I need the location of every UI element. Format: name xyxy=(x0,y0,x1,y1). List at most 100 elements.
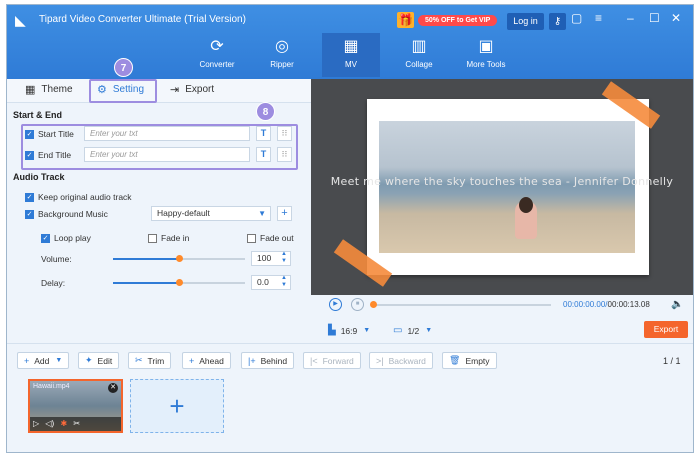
empty-button[interactable]: 🗑 Empty xyxy=(442,352,497,369)
edit-icon: ✦ xyxy=(85,355,93,365)
chevron-down-icon: ▼ xyxy=(425,327,433,334)
nav-mv[interactable]: ▦ MV xyxy=(322,33,380,77)
start-title-checkbox[interactable]: ✓ xyxy=(25,129,34,139)
keep-original-checkbox[interactable]: ✓ xyxy=(25,192,34,202)
audio-track-heading: Audio Track xyxy=(13,172,65,182)
login-button[interactable]: Log in xyxy=(507,13,544,30)
volume-knob[interactable] xyxy=(176,255,183,262)
maximize-icon[interactable]: ☐ xyxy=(649,11,660,25)
insert-icon: |+ xyxy=(248,355,256,366)
chevron-down-icon: ▼ xyxy=(55,357,63,364)
backward-button[interactable]: >| Backward xyxy=(369,352,433,369)
background-music-checkbox[interactable]: ✓ xyxy=(25,209,34,219)
player-controls: ▶ ■ 00:00:00.00/00:00:13.08 🔈 ▙ 16:9 ▼ ▭… xyxy=(311,295,693,343)
scissors-icon[interactable]: ✂ xyxy=(73,419,80,428)
fade-in-row: ✓ Fade in xyxy=(148,233,189,243)
feedback-icon[interactable]: ▢ xyxy=(571,11,582,25)
background-music-row: ✓ Background Music xyxy=(25,209,108,219)
menu-icon[interactable]: ≡ xyxy=(595,11,602,25)
setting-highlight xyxy=(89,79,157,103)
text-style-icon[interactable]: T xyxy=(256,126,271,141)
stepper-icon[interactable]: ▲ ▼ xyxy=(281,275,287,289)
aspect-ratio-select[interactable]: ▙ 16:9 ▼ xyxy=(328,325,370,336)
end-title-checkbox[interactable]: ✓ xyxy=(25,150,34,160)
ahead-button[interactable]: + Ahead xyxy=(182,352,231,369)
speaker-icon[interactable]: ◁) xyxy=(45,419,54,428)
close-icon[interactable]: ✕ xyxy=(108,383,118,393)
forward-button[interactable]: |< Forward xyxy=(303,352,361,369)
key-icon[interactable]: ⚷ xyxy=(549,13,566,30)
add-clip-placeholder[interactable]: + xyxy=(130,379,224,433)
gift-icon: 🎁 xyxy=(397,12,414,28)
keep-original-row: ✓ Keep original audio track xyxy=(25,192,132,202)
time-display: 00:00:00.00/00:00:13.08 xyxy=(563,300,650,309)
nav-ripper[interactable]: ◎ Ripper xyxy=(253,33,311,77)
chevron-left-icon: |< xyxy=(310,355,318,366)
position-grid-icon[interactable]: ⁝⁝ xyxy=(277,147,292,162)
video-preview: Meet me where the sky touches the sea - … xyxy=(311,79,693,295)
delay-fill xyxy=(113,282,179,284)
vip-promo[interactable]: 🎁 50% OFF to Get VIP xyxy=(397,12,498,28)
volume-fill xyxy=(113,258,179,260)
music-select[interactable]: Happy-default ▼ xyxy=(151,206,271,221)
nav-collage[interactable]: ▥ Collage xyxy=(390,33,448,77)
volume-input[interactable]: 100 ▲ ▼ xyxy=(251,251,291,266)
delay-input[interactable]: 0.0 ▲ ▼ xyxy=(251,275,291,290)
tab-theme[interactable]: ▦ Theme xyxy=(25,83,73,96)
fade-out-checkbox[interactable]: ✓ xyxy=(247,233,256,243)
start-title-input[interactable]: Enter your txt xyxy=(84,126,250,141)
seek-knob[interactable] xyxy=(370,301,377,308)
app-window: ◣ Tipard Video Converter Ultimate (Trial… xyxy=(6,4,694,453)
position-grid-icon[interactable]: ⁝⁝ xyxy=(277,126,292,141)
step-badge-8: 8 xyxy=(256,102,275,121)
behind-button[interactable]: |+ Behind xyxy=(241,352,295,369)
add-music-button[interactable]: + xyxy=(277,206,292,221)
scissors-icon: ✂ xyxy=(135,355,143,365)
app-logo-icon: ◣ xyxy=(15,12,26,28)
mv-icon: ▦ xyxy=(343,38,359,55)
tab-export[interactable]: ⇥ Export xyxy=(170,83,214,96)
play-icon[interactable]: ▶ xyxy=(329,298,342,311)
play-icon[interactable]: ▷ xyxy=(33,419,39,428)
timeline-clip[interactable]: Hawaii.mp4 ✕ ▷ ◁) ✱ ✂ xyxy=(28,379,123,433)
loop-checkbox[interactable]: ✓ xyxy=(41,233,50,243)
minimize-icon[interactable]: – xyxy=(627,11,634,25)
text-style-icon[interactable]: T xyxy=(256,147,271,162)
delay-slider[interactable] xyxy=(113,279,245,286)
page-select[interactable]: ▭ 1/2 ▼ xyxy=(393,325,432,336)
edit-button[interactable]: ✦ Edit xyxy=(78,352,120,369)
ripper-icon: ◎ xyxy=(275,38,289,55)
end-title-input[interactable]: Enter your txt xyxy=(84,147,250,162)
volume-icon[interactable]: 🔈 xyxy=(671,299,683,310)
vip-badge[interactable]: 50% OFF to Get VIP xyxy=(418,14,498,26)
chevron-down-icon: ▼ xyxy=(258,209,266,218)
nav-more-tools[interactable]: ▣ More Tools xyxy=(457,33,515,77)
nav-converter[interactable]: ⟳ Converter xyxy=(188,33,246,77)
stop-icon[interactable]: ■ xyxy=(351,298,364,311)
seek-bar[interactable] xyxy=(370,301,551,308)
app-title: Tipard Video Converter Ultimate (Trial V… xyxy=(39,14,246,25)
plus-icon: + xyxy=(24,355,30,366)
converter-icon: ⟳ xyxy=(210,38,224,55)
clip-name: Hawaii.mp4 xyxy=(33,383,70,390)
mv-tabs: ▦ Theme ⚙ Setting ⇥ Export xyxy=(7,79,311,103)
chevron-down-icon: ▼ xyxy=(363,327,371,334)
aspect-ratio-icon: ▙ xyxy=(328,325,336,336)
add-button[interactable]: + Add ▼ xyxy=(17,352,70,369)
fade-in-checkbox[interactable]: ✓ xyxy=(148,233,157,243)
step-badge-7: 7 xyxy=(114,58,133,77)
trim-button[interactable]: ✂ Trim xyxy=(128,352,172,369)
timeline-area: + Add ▼ ✦ Edit ✂ Trim + Ahead |+ Behind … xyxy=(7,343,693,452)
delay-label: Delay: xyxy=(41,278,66,288)
effect-icon[interactable]: ✱ xyxy=(60,419,67,428)
plus-icon: + xyxy=(189,355,195,366)
collage-icon: ▥ xyxy=(411,38,427,55)
title-bar: ◣ Tipard Video Converter Ultimate (Trial… xyxy=(7,5,693,79)
pager: 1 / 1 xyxy=(663,356,681,366)
export-button[interactable]: Export xyxy=(644,321,688,338)
start-end-heading: Start & End xyxy=(13,110,63,120)
volume-slider[interactable] xyxy=(113,255,245,262)
stepper-icon[interactable]: ▲ ▼ xyxy=(281,251,287,265)
close-icon[interactable]: ✕ xyxy=(671,11,681,25)
delay-knob[interactable] xyxy=(176,279,183,286)
